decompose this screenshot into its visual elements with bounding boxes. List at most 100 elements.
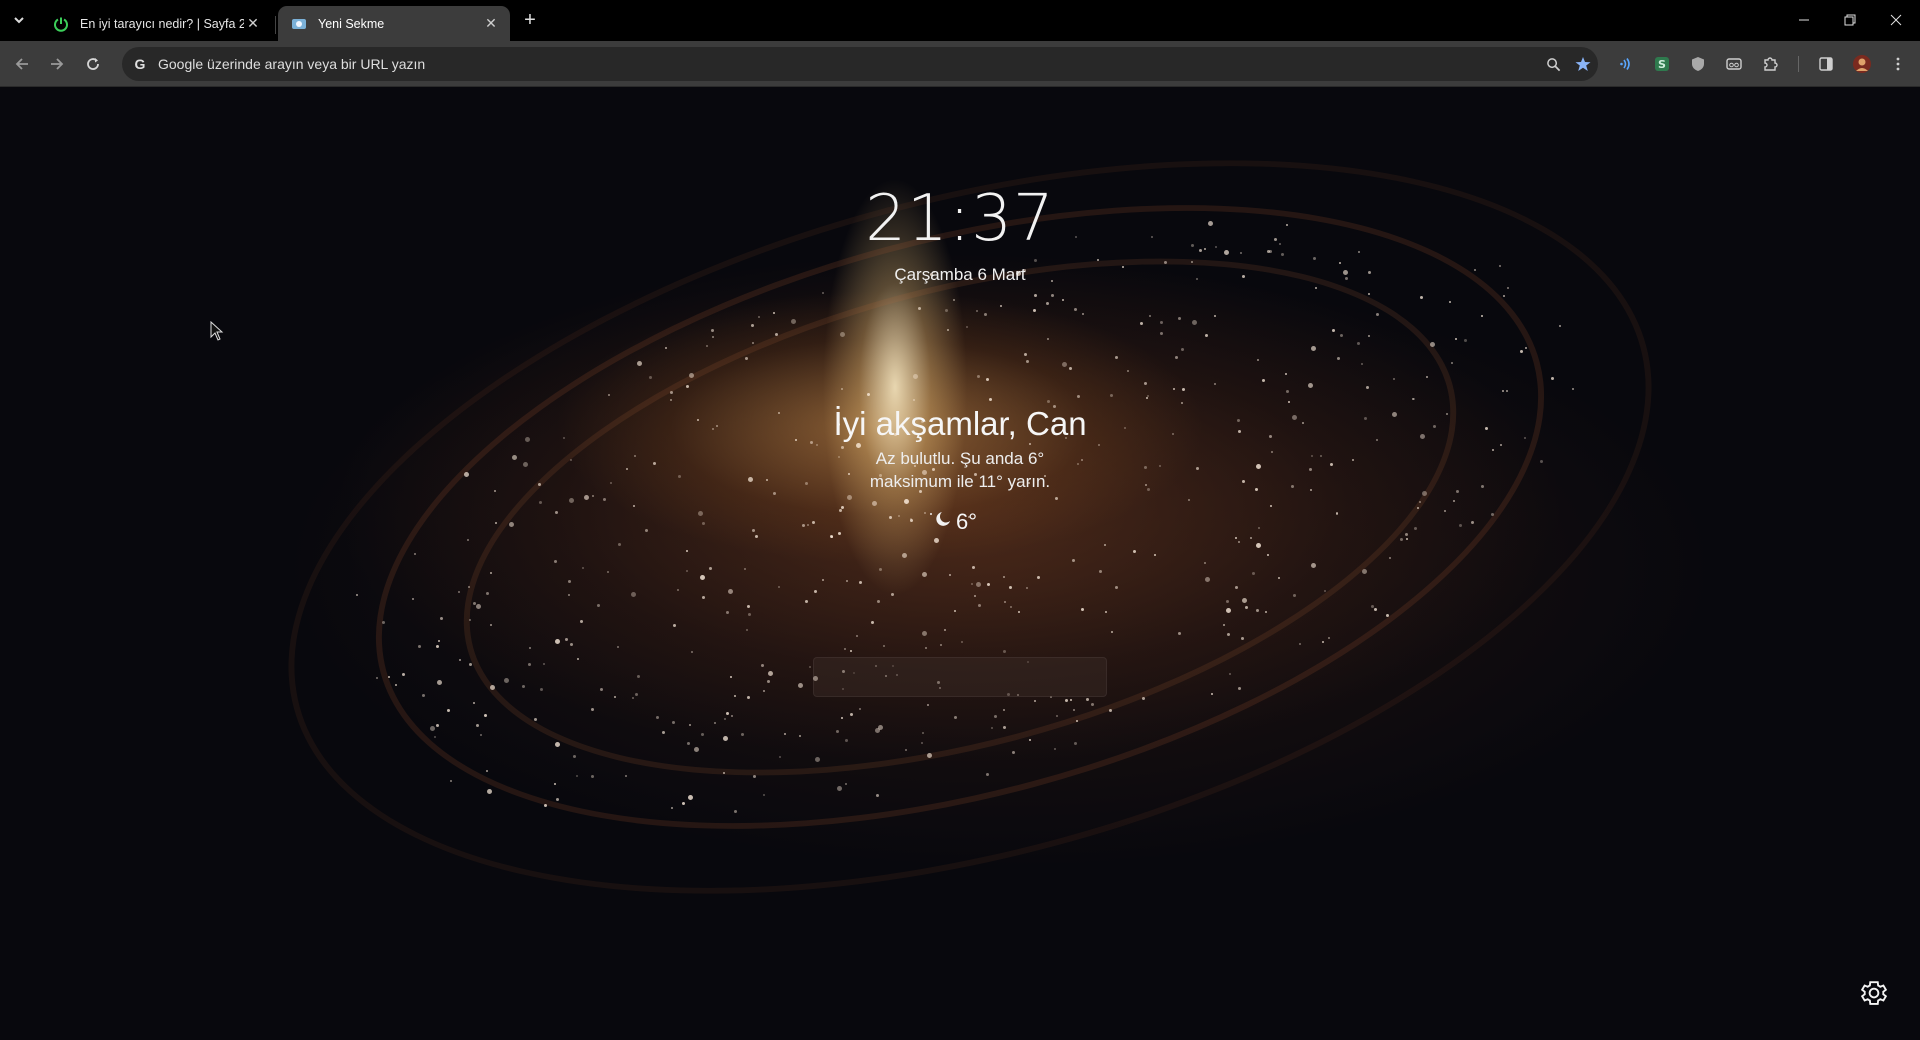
toolbar-separator [1798, 56, 1799, 72]
star [1177, 316, 1181, 320]
star [467, 586, 470, 589]
star [553, 559, 557, 563]
omnibox[interactable]: G [122, 47, 1598, 81]
new-tab-button[interactable]: + [518, 8, 542, 32]
star [1490, 513, 1494, 517]
star [802, 523, 806, 527]
reload-button[interactable] [79, 50, 107, 78]
profile-avatar[interactable] [1848, 50, 1876, 78]
tab-en-iyi-tarayici[interactable]: En iyi tarayıcı nedir? | Sayfa 2 | ✕ [40, 6, 272, 41]
star [1312, 257, 1316, 260]
close-window-button[interactable] [1873, 0, 1919, 40]
tab-separator [275, 16, 276, 34]
close-icon[interactable]: ✕ [482, 15, 500, 33]
star [841, 387, 844, 390]
star [740, 732, 744, 736]
star [1429, 342, 1435, 348]
omnibox-input[interactable] [158, 56, 1538, 72]
star [722, 735, 728, 741]
forward-button[interactable] [43, 50, 71, 78]
star [1203, 561, 1206, 564]
star [1256, 542, 1262, 548]
star [577, 657, 580, 660]
star [953, 716, 957, 720]
star [1046, 301, 1050, 305]
star [912, 374, 918, 380]
star [778, 585, 781, 588]
star [1068, 366, 1072, 370]
star [1090, 702, 1094, 706]
weather-temperature: 6° [956, 509, 978, 534]
zoom-icon[interactable] [1538, 49, 1568, 79]
star [458, 659, 461, 662]
new-tab-page: 21:37 Çarşamba 6 Mart İyi akşamlar, Can … [0, 87, 1920, 1040]
minimize-button[interactable] [1781, 0, 1827, 40]
star [1002, 575, 1005, 578]
settings-button[interactable] [1858, 977, 1890, 1009]
star [590, 774, 594, 778]
extension-sound-waves-icon[interactable] [1612, 50, 1640, 78]
star [921, 572, 927, 578]
star [867, 392, 871, 396]
star [714, 721, 717, 724]
tab-search-button[interactable] [6, 8, 32, 32]
bookmark-star-icon[interactable] [1568, 49, 1598, 79]
star [570, 642, 574, 646]
star [1173, 387, 1176, 390]
star [355, 593, 358, 596]
back-button[interactable] [8, 50, 36, 78]
star [1011, 750, 1015, 754]
star [790, 318, 796, 324]
star [607, 393, 610, 396]
star [1255, 609, 1259, 613]
star [744, 567, 747, 570]
star [1235, 536, 1238, 539]
star [411, 598, 414, 601]
extension-s-icon[interactable]: S [1648, 50, 1676, 78]
star [664, 347, 667, 350]
star [1241, 597, 1247, 603]
star [1204, 333, 1208, 337]
star [1210, 693, 1213, 696]
ntp-search-box[interactable] [813, 657, 1107, 697]
star [836, 785, 842, 791]
star [1055, 496, 1059, 500]
star [634, 693, 638, 697]
star [1458, 523, 1462, 527]
star [1033, 699, 1036, 702]
restore-button[interactable] [1827, 0, 1873, 40]
weather-description: Az bulutlu. Şu anda 6° maksimum ile 11° … [0, 447, 1920, 493]
star [783, 732, 786, 735]
extensions-puzzle-icon[interactable] [1756, 50, 1784, 78]
star [983, 312, 987, 316]
star [744, 356, 748, 360]
star [485, 770, 488, 773]
tab-yeni-sekme[interactable]: Yeni Sekme ✕ [278, 6, 510, 41]
star [1177, 631, 1181, 635]
star [1454, 337, 1457, 340]
menu-kebab-icon[interactable] [1884, 50, 1912, 78]
star [1073, 741, 1077, 745]
extension-glasses-icon[interactable] [1720, 50, 1748, 78]
star [888, 515, 892, 519]
close-icon[interactable]: ✕ [244, 15, 262, 33]
star [901, 552, 907, 558]
star [1451, 361, 1454, 364]
side-panel-icon[interactable] [1812, 50, 1840, 78]
star [670, 807, 673, 810]
star [375, 676, 378, 679]
star [1400, 537, 1404, 541]
star [613, 696, 616, 699]
star [924, 646, 927, 649]
star [814, 589, 818, 593]
power-icon [52, 15, 70, 33]
star [1227, 632, 1231, 636]
star [688, 794, 694, 800]
star [644, 529, 648, 533]
star [539, 688, 543, 692]
extension-shield-icon[interactable] [1684, 50, 1712, 78]
star [677, 588, 680, 591]
star [1061, 299, 1064, 302]
star [1240, 636, 1244, 640]
star [1463, 338, 1467, 342]
